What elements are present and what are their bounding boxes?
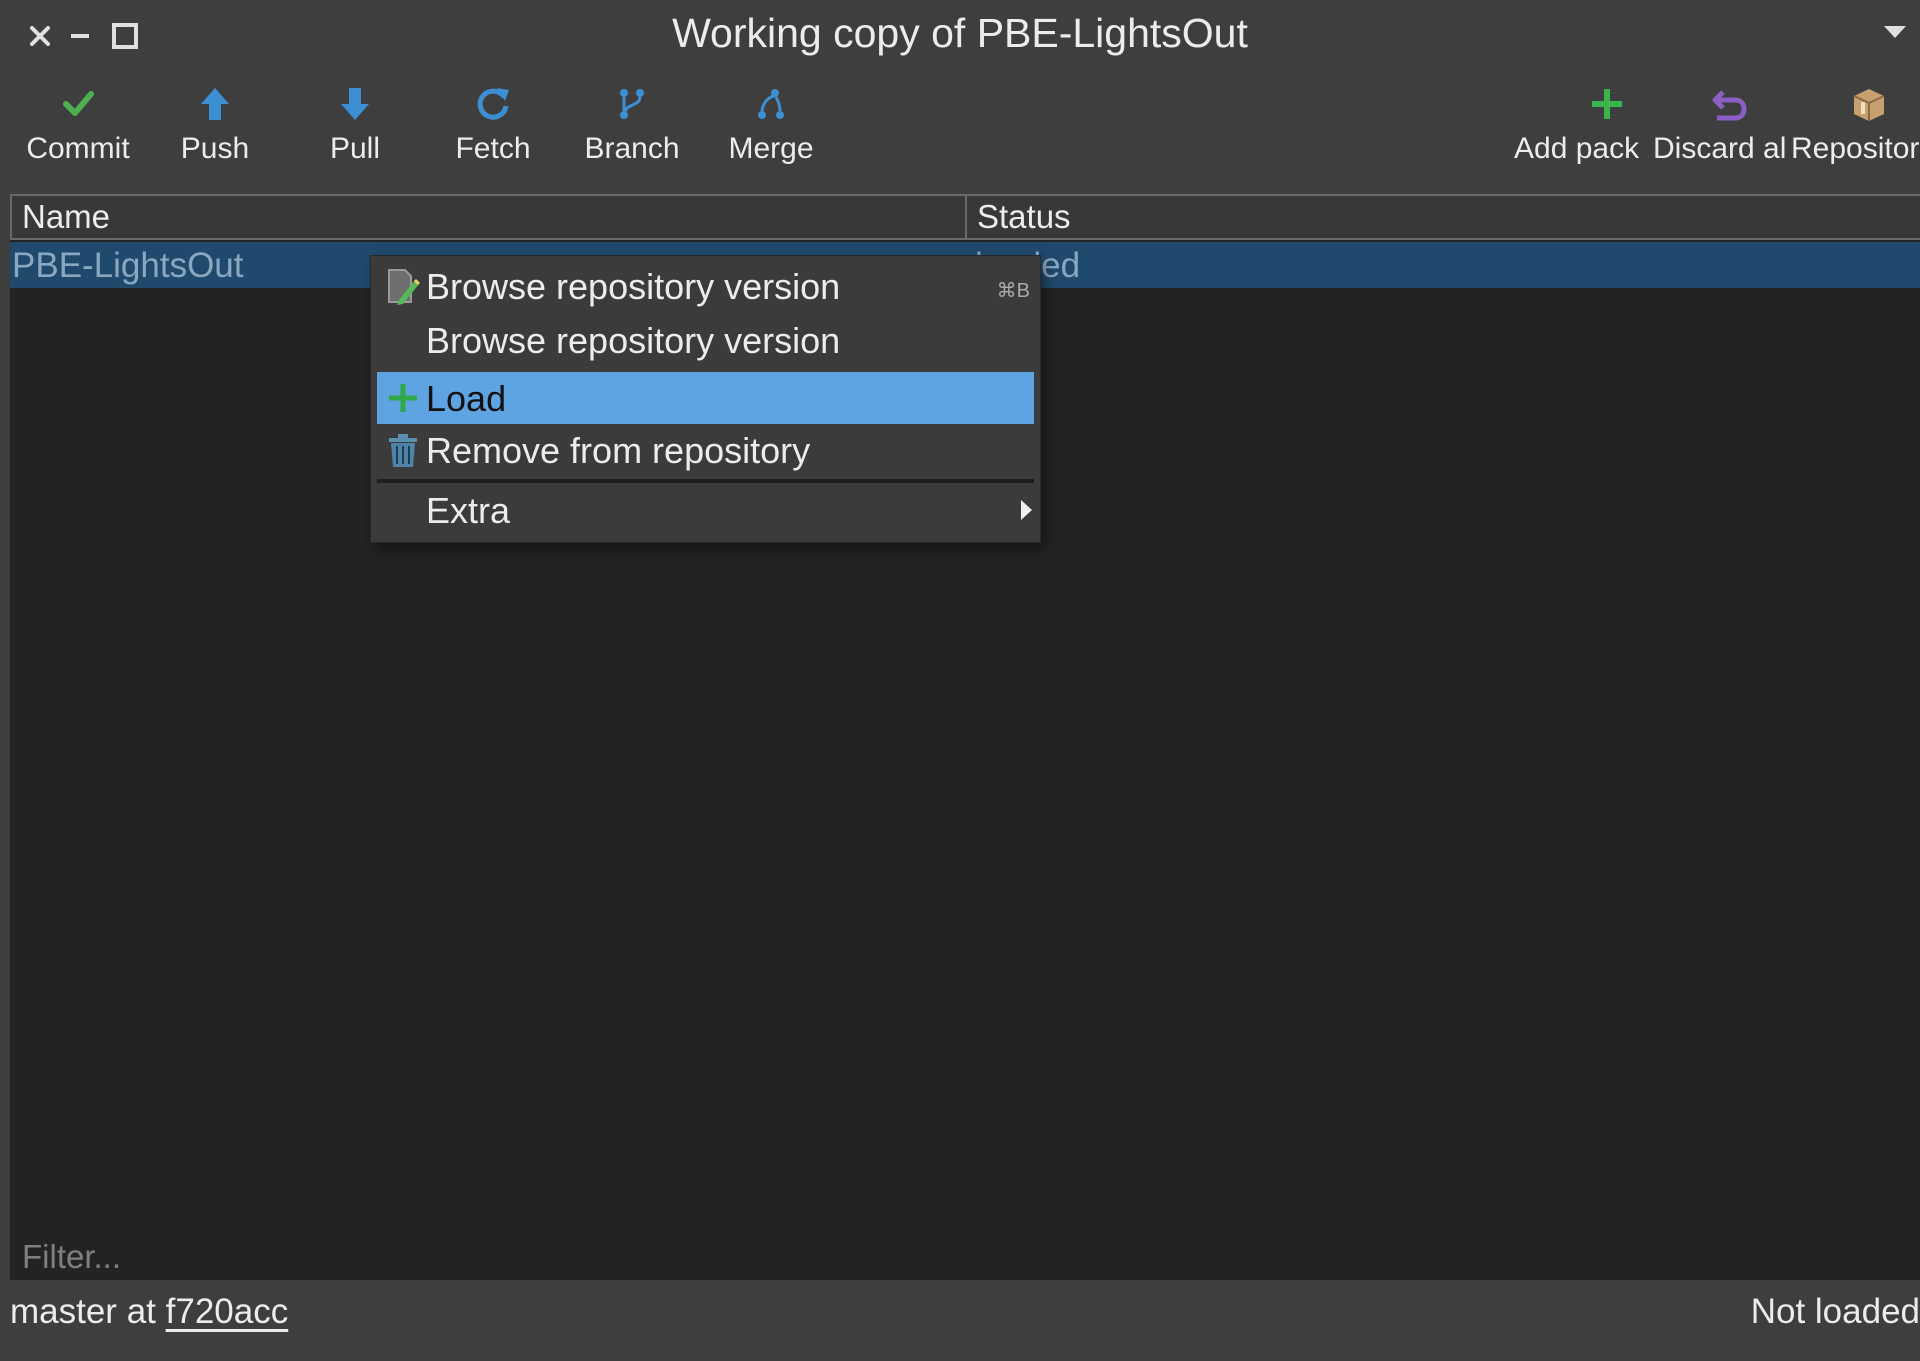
menu-item-shortcut: ⌘B (996, 280, 1030, 302)
add-package-button[interactable]: Add pack (1514, 80, 1651, 190)
arrow-up-icon (195, 84, 235, 124)
column-header-name[interactable]: Name (10, 196, 967, 238)
plus-icon (1587, 84, 1627, 124)
column-header-status[interactable]: Status (967, 196, 1920, 238)
menu-item-remove-from-repository[interactable]: Remove from repository (377, 424, 1034, 476)
fetch-button[interactable]: Fetch (428, 80, 558, 190)
pull-label: Pull (329, 132, 381, 165)
push-label: Push (180, 132, 250, 165)
trash-icon (385, 432, 421, 468)
filter-bar (10, 1232, 1920, 1280)
menu-item-browse-repository-version-2[interactable]: Browse repository version (377, 314, 1034, 366)
menu-item-browse-repository-version[interactable]: Browse repository version ⌘B (377, 260, 1034, 312)
branch-icon (612, 84, 652, 124)
repository-button[interactable]: Repositor (1791, 80, 1920, 190)
menu-item-load[interactable]: Load (377, 372, 1034, 424)
arrow-down-icon (335, 84, 375, 124)
status-bar: master at f720acc Not loaded (0, 1282, 1920, 1361)
commit-link[interactable]: f720acc (166, 1292, 289, 1331)
merge-button[interactable]: Merge (706, 80, 836, 190)
menu-item-label: Extra (426, 490, 511, 531)
undo-icon (1709, 84, 1749, 124)
menu-item-label: Browse repository version (426, 266, 841, 307)
menu-item-extra[interactable]: Extra (377, 484, 1034, 536)
merge-label: Merge (728, 132, 814, 165)
branch-label: Branch (584, 132, 680, 165)
pull-button[interactable]: Pull (290, 80, 420, 190)
refresh-icon (473, 84, 513, 124)
discard-all-label: Discard al (1653, 132, 1787, 165)
discard-all-button[interactable]: Discard al (1653, 80, 1789, 190)
repository-label: Repositor (1791, 132, 1920, 165)
branch-status: master at f720acc (10, 1292, 288, 1332)
filter-input[interactable] (20, 1236, 1824, 1278)
merge-icon (751, 84, 791, 124)
add-package-label: Add pack (1514, 132, 1640, 165)
commit-label: Commit (26, 132, 130, 165)
window: Working copy of PBE-LightsOut Commit Pus… (0, 0, 1920, 1361)
context-menu: Browse repository version ⌘B Browse repo… (371, 256, 1040, 542)
table-header: Name Status (10, 194, 1920, 240)
title-bar: Working copy of PBE-LightsOut (0, 0, 1920, 72)
checkmark-icon (58, 84, 98, 124)
window-title: Working copy of PBE-LightsOut (672, 10, 1248, 56)
branch-prefix: master at (10, 1292, 156, 1331)
column-header-name-label: Name (22, 198, 111, 235)
submenu-arrow-icon (1018, 498, 1034, 522)
load-status: Not loaded (1750, 1292, 1920, 1331)
fetch-label: Fetch (455, 132, 531, 165)
browse-document-icon (385, 268, 421, 305)
window-menu-chevron-icon[interactable] (1880, 22, 1920, 52)
row-name-cell: PBE-LightsOut (12, 246, 244, 285)
plus-icon (385, 380, 421, 416)
column-header-status-label: Status (977, 198, 1071, 235)
package-icon (1849, 84, 1889, 124)
menu-item-label: Load (426, 378, 507, 419)
branch-button[interactable]: Branch (566, 80, 698, 190)
push-button[interactable]: Push (150, 80, 280, 190)
commit-button[interactable]: Commit (14, 80, 142, 190)
toolbar: Commit Push Pull Fetch Branch Merge Add … (0, 80, 1920, 190)
menu-item-label: Remove from repository (426, 430, 811, 471)
menu-separator (377, 479, 1034, 483)
menu-item-label: Browse repository version (426, 320, 841, 361)
